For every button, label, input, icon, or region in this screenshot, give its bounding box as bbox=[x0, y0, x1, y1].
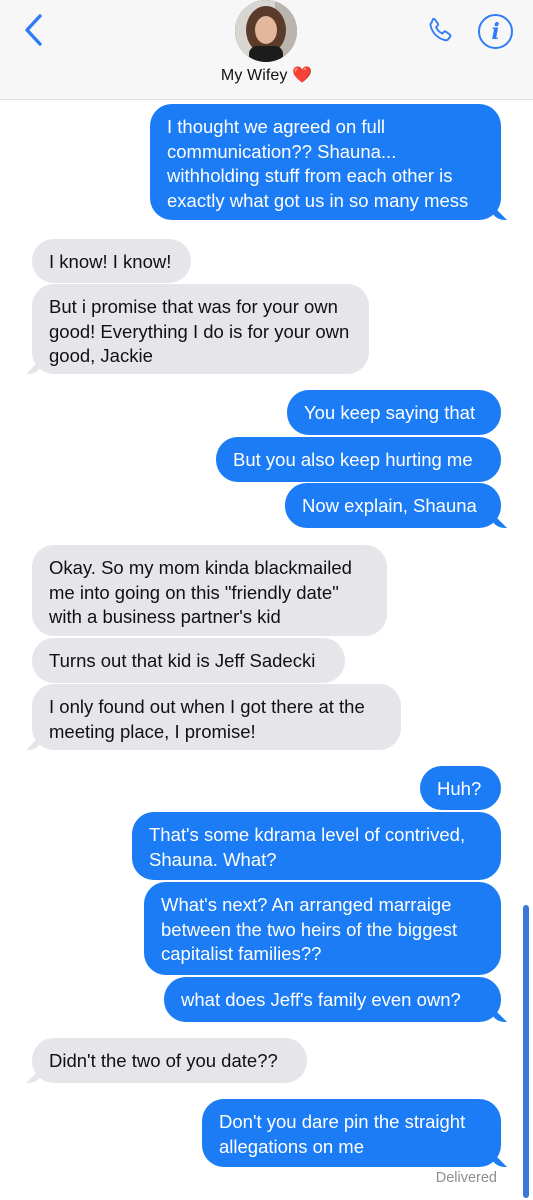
avatar-photo bbox=[235, 0, 297, 62]
back-button[interactable] bbox=[16, 12, 50, 48]
message-bubble-sent[interactable]: Now explain, Shauna bbox=[285, 483, 501, 528]
message-bubble-sent[interactable]: What's next? An arranged marraige betwee… bbox=[144, 882, 501, 975]
message-bubble-sent[interactable]: I thought we agreed on full communicatio… bbox=[150, 104, 501, 220]
message-bubble-received[interactable]: Turns out that kid is Jeff Sadecki bbox=[32, 638, 345, 683]
message-bubble-received[interactable]: But i promise that was for your own good… bbox=[32, 284, 369, 374]
contact-name[interactable]: My Wifey ❤️ bbox=[0, 65, 533, 85]
message-bubble-sent[interactable]: That's some kdrama level of contrived, S… bbox=[132, 812, 501, 880]
message-bubble-sent[interactable]: what does Jeff's family even own? bbox=[164, 977, 501, 1022]
message-thread[interactable]: I thought we agreed on full communicatio… bbox=[0, 100, 533, 1200]
contact-avatar[interactable] bbox=[235, 0, 297, 62]
call-button[interactable] bbox=[421, 12, 459, 50]
message-bubble-sent[interactable]: Don't you dare pin the straight allegati… bbox=[202, 1099, 501, 1167]
message-bubble-sent[interactable]: But you also keep hurting me bbox=[216, 437, 501, 482]
conversation-header: My Wifey ❤️ i bbox=[0, 0, 533, 100]
message-bubble-sent[interactable]: You keep saying that bbox=[287, 390, 501, 435]
contact-name-text: My Wifey bbox=[220, 67, 288, 84]
message-bubble-received[interactable]: I know! I know! bbox=[32, 239, 191, 283]
message-bubble-received[interactable]: Okay. So my mom kinda blackmailed me int… bbox=[32, 545, 387, 636]
delivered-status: Delivered bbox=[435, 1170, 497, 1186]
phone-icon bbox=[429, 18, 452, 42]
message-bubble-received[interactable]: I only found out when I got there at the… bbox=[32, 684, 401, 750]
heart-emoji: ❤️ bbox=[292, 67, 313, 84]
chevron-left-icon bbox=[25, 14, 42, 46]
info-button[interactable]: i bbox=[478, 14, 513, 49]
message-bubble-received[interactable]: Didn't the two of you date?? bbox=[32, 1038, 307, 1083]
info-icon: i bbox=[491, 18, 500, 45]
scrollbar[interactable] bbox=[523, 905, 529, 1198]
message-bubble-sent[interactable]: Huh? bbox=[420, 766, 501, 810]
